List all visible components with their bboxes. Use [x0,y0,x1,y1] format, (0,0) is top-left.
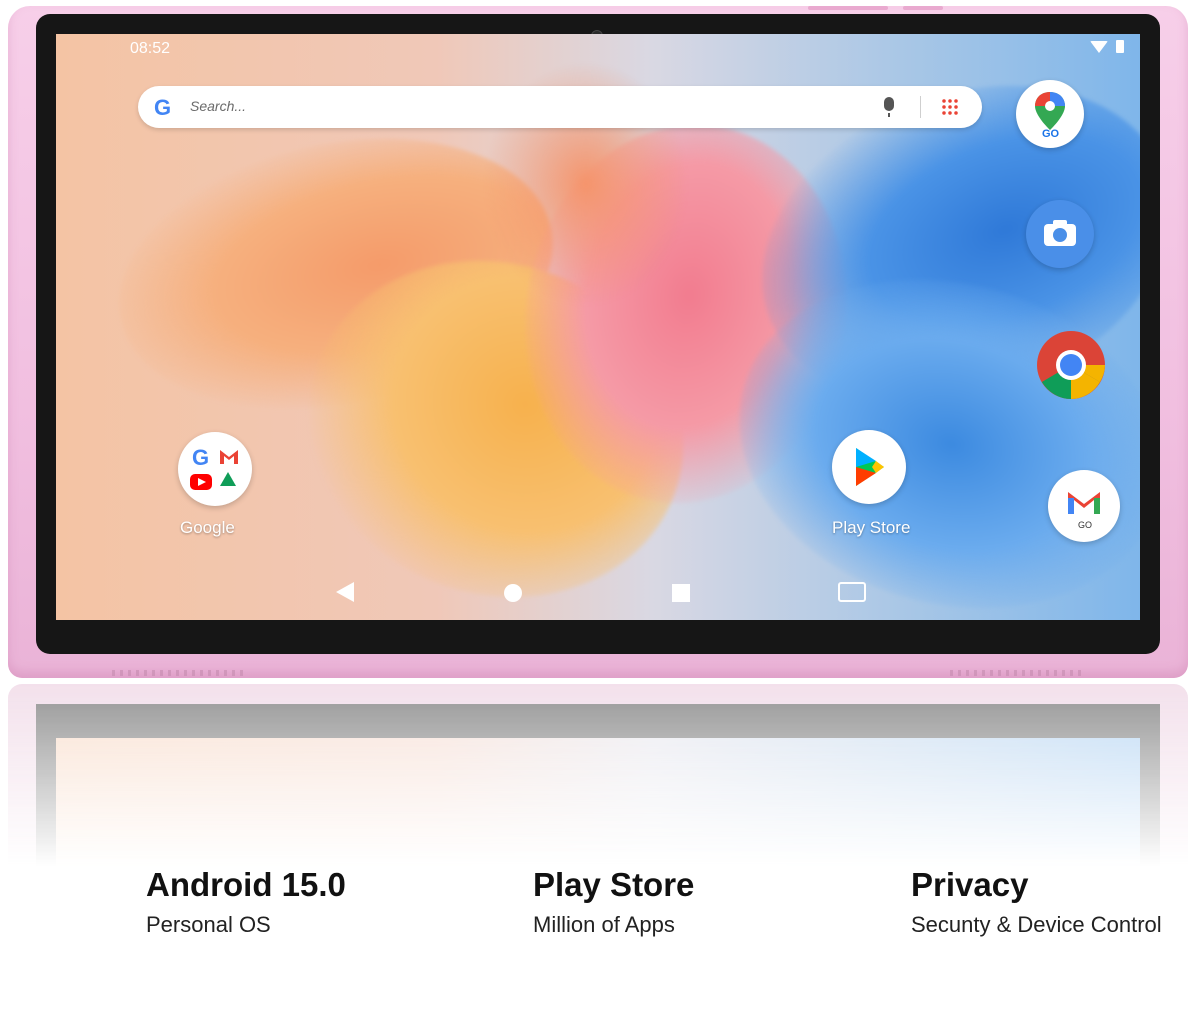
status-icons [1090,40,1124,53]
power-button [903,6,943,10]
reflection-screen [56,738,1140,878]
feature-subtitle: Million of Apps [533,912,675,937]
screenshot-icon[interactable] [838,582,866,602]
status-time: 08:52 [130,40,171,57]
go-badge: GO [1078,520,1093,530]
gmail-go-icon[interactable]: GO [1048,470,1120,542]
divider [920,96,921,118]
tablet-reflection [8,684,1188,1016]
chrome-icon[interactable] [1036,330,1106,400]
app-label-play-store[interactable]: Play Store [832,518,910,538]
google-folder-icon[interactable]: G [178,432,252,506]
feature-android: Android 15.0 Personal OS [146,866,346,938]
feature-title: Play Store [533,866,695,903]
go-badge: GO [1042,128,1060,140]
speaker-grille-left [112,670,244,676]
home-screen: 08:52 G Search... GO GO G Google Play St… [56,34,1140,620]
feature-title: Privacy [911,866,1029,903]
speaker-grille-right [950,670,1082,676]
feature-privacy: Privacy Secunty & Device Control [911,866,1196,938]
google-logo-icon: G [154,95,172,120]
feature-subtitle: Personal OS [146,912,271,937]
feature-title: Android 15.0 [146,866,346,903]
search-bar[interactable]: G Search... [138,86,982,128]
battery-icon [1116,40,1124,53]
apps-grid-icon[interactable] [941,98,959,116]
feature-subtitle: Secunty & Device Control [911,912,1162,937]
maps-go-icon[interactable]: GO [1016,80,1084,148]
volume-button [808,6,888,10]
feature-play-store: Play Store Million of Apps [533,866,694,938]
home-icon[interactable] [504,584,522,602]
camera-icon[interactable] [1026,200,1094,268]
search-input[interactable]: Search... [190,98,246,114]
svg-text:G: G [192,445,209,470]
app-label-google[interactable]: Google [180,518,235,538]
recents-icon[interactable] [672,584,690,602]
wifi-icon [1090,40,1108,53]
mic-icon[interactable] [884,97,894,117]
play-store-icon[interactable] [832,430,906,504]
back-icon[interactable] [336,582,354,602]
